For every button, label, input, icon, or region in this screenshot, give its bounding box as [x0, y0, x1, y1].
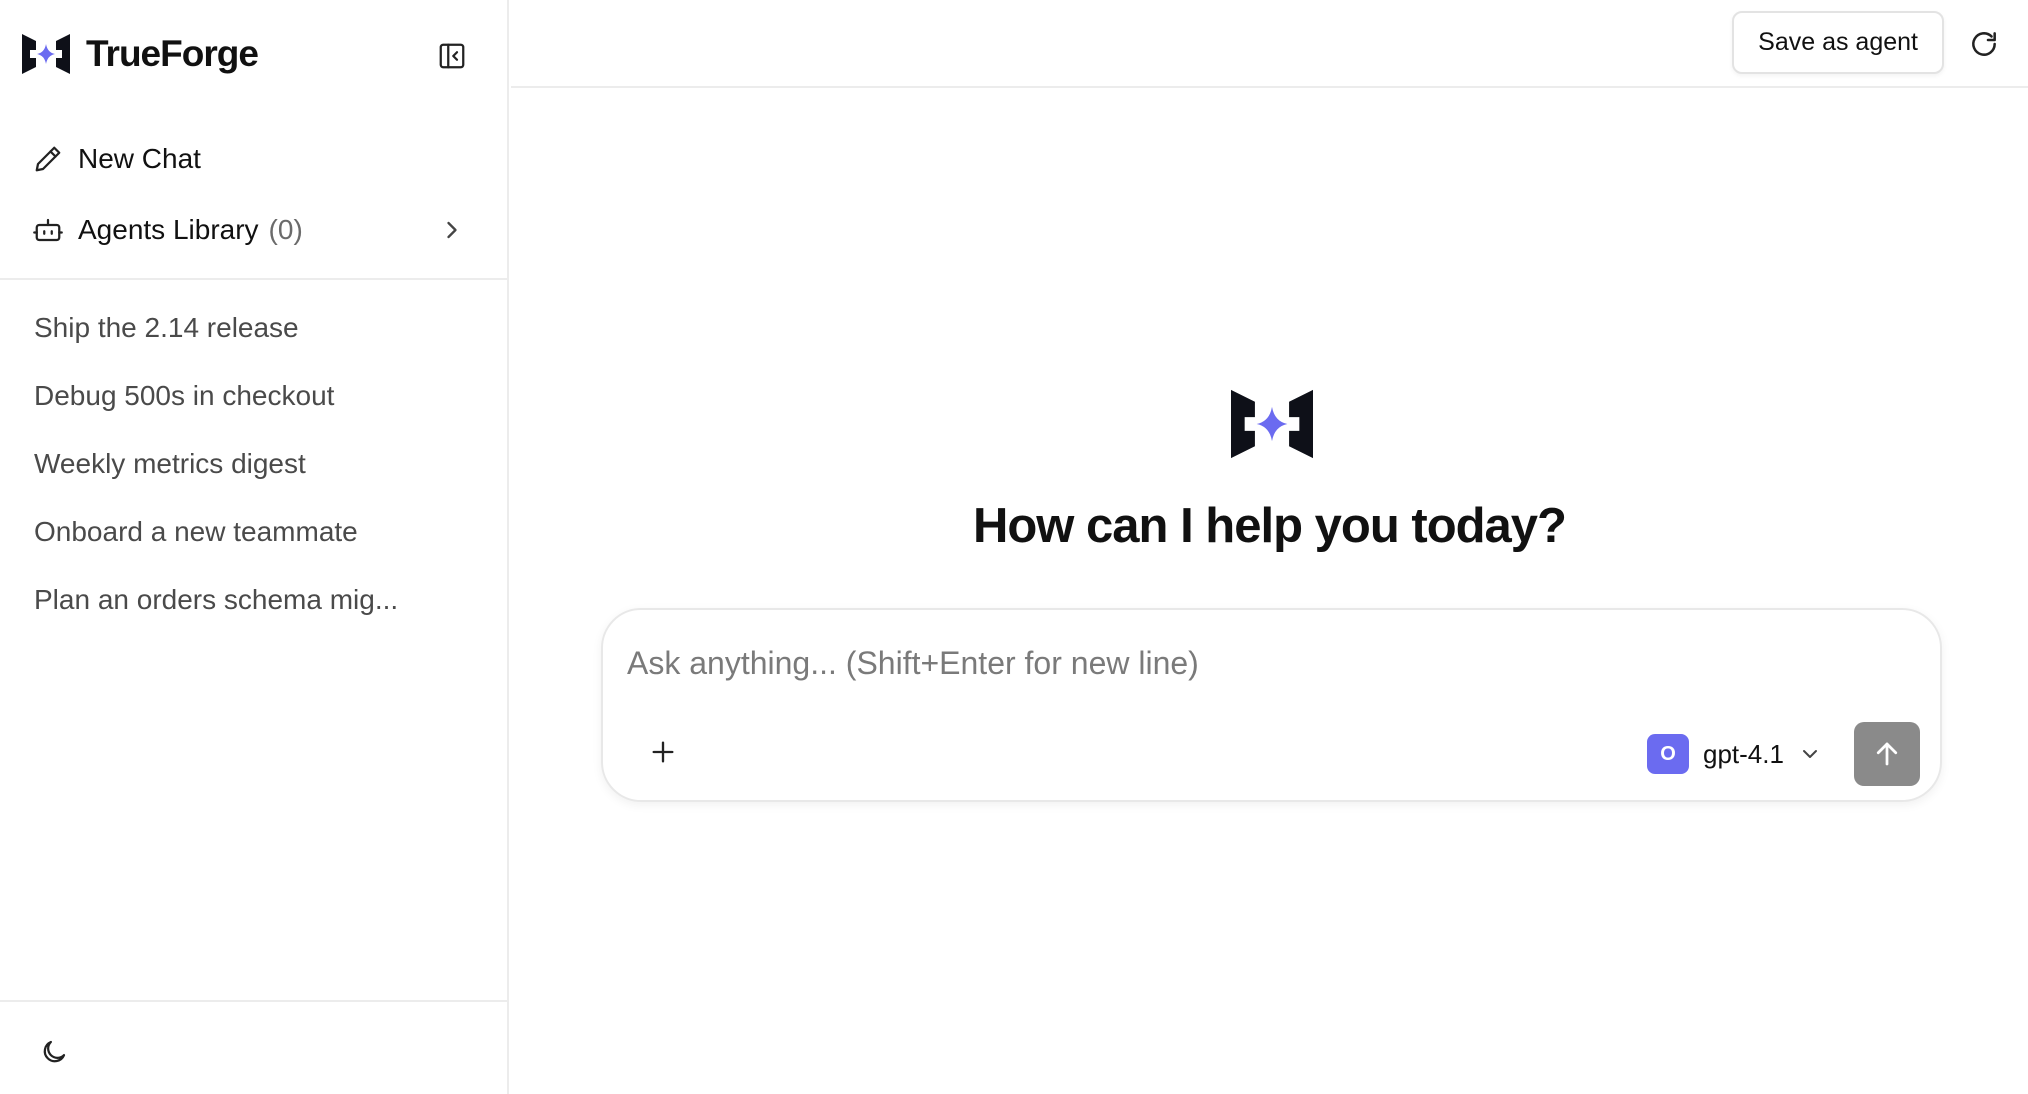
chevron-right-icon — [447, 221, 457, 239]
attach-button[interactable] — [643, 732, 683, 772]
chat-history-item[interactable]: Plan an orders schema mig... — [0, 572, 470, 640]
moon-icon — [43, 1040, 66, 1063]
chat-history-item[interactable]: Debug 500s in checkout — [0, 368, 470, 436]
model-provider-badge: O — [1647, 734, 1689, 774]
save-as-agent-button[interactable]: Save as agent — [1732, 11, 1944, 74]
agents-library-button[interactable]: Agents Library (0) — [24, 201, 484, 259]
brand-name: TrueForge — [86, 33, 259, 74]
chat-history-list: Ship the 2.14 release Debug 500s in chec… — [0, 300, 509, 640]
chat-history-item[interactable]: Onboard a new teammate — [0, 504, 470, 572]
pencil-icon — [24, 135, 72, 183]
agents-count: (0) — [268, 214, 303, 245]
chat-history-item[interactable]: Ship the 2.14 release — [0, 300, 470, 368]
sidebar-divider — [0, 278, 509, 280]
sidebar-footer-divider — [0, 1000, 509, 1002]
send-button[interactable] — [1854, 722, 1920, 786]
trueforge-logo-icon — [1231, 389, 1313, 459]
chat-history-item[interactable]: Weekly metrics digest — [0, 436, 470, 504]
agents-library-label: Agents Library — [78, 214, 259, 245]
chat-composer: O gpt-4.1 — [601, 608, 1942, 802]
trueforge-logo-icon — [22, 34, 70, 74]
new-chat-button[interactable]: New Chat — [24, 130, 484, 188]
sidebar: TrueForge New Chat Agents Library (0) Sh… — [0, 0, 509, 1094]
brand[interactable]: TrueForge — [22, 30, 259, 78]
robot-icon — [24, 206, 72, 254]
topbar: Save as agent — [511, 0, 2028, 88]
plus-icon — [652, 741, 674, 763]
refresh-button[interactable] — [1964, 24, 2004, 64]
refresh-icon — [1972, 32, 1996, 56]
chevron-down-icon — [1802, 750, 1817, 758]
chat-input[interactable] — [627, 636, 1907, 690]
model-name: gpt-4.1 — [1703, 738, 1784, 769]
new-chat-label: New Chat — [78, 143, 201, 174]
sidebar-collapse-button[interactable] — [432, 36, 472, 76]
page-title: How can I help you today? — [972, 499, 1567, 553]
theme-toggle-button[interactable] — [34, 1032, 74, 1072]
arrow-up-icon — [1876, 742, 1898, 766]
sidebar-collapse-icon — [439, 43, 465, 69]
model-selector[interactable]: O gpt-4.1 — [1647, 732, 1822, 776]
